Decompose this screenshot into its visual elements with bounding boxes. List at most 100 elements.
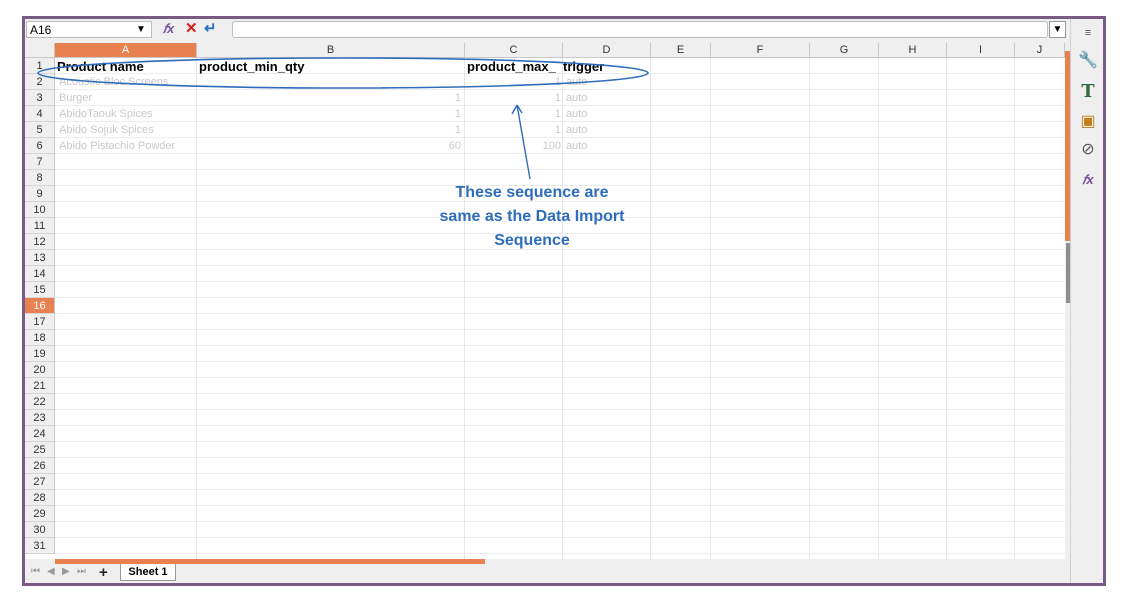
row-header-16[interactable]: 16	[25, 298, 55, 314]
cell-c2[interactable]: 1	[467, 74, 561, 90]
column-header-d[interactable]: D	[563, 43, 651, 58]
cell-c5[interactable]: 1	[467, 122, 561, 138]
row-header-1[interactable]: 1	[25, 58, 55, 74]
spreadsheet-grid[interactable]: ABCDEFGHIJ 1 2 3 4 5 6 7 8 9 10 11 12 13 14 15 16 17 18 19…	[25, 43, 1065, 559]
row-header-24[interactable]: 24	[25, 426, 55, 442]
cell-b5[interactable]: 1	[199, 122, 461, 138]
cell-b3[interactable]: 1	[199, 90, 461, 106]
cell-d4[interactable]: auto	[566, 106, 646, 122]
prev-sheet-icon[interactable]: ◀	[47, 566, 55, 577]
gallery-icon[interactable]: ▣	[1078, 112, 1098, 132]
select-all-corner[interactable]	[25, 43, 55, 58]
cell-a5[interactable]: Abido Sojuk Spices	[59, 122, 195, 138]
first-sheet-icon[interactable]: ⏮	[31, 566, 40, 577]
formula-bar: A16 ▼ 𝑓x ✕ ↵ ▼	[25, 19, 1070, 41]
row-header-28[interactable]: 28	[25, 490, 55, 506]
column-header-g[interactable]: G	[810, 43, 879, 58]
annotation-callout: These sequence are same as the Data Impo…	[417, 181, 647, 253]
formula-input[interactable]	[232, 21, 1048, 38]
properties-icon[interactable]: 🔧	[1078, 51, 1098, 71]
last-sheet-icon[interactable]: ⏭	[77, 566, 86, 577]
row-gridline	[55, 345, 1065, 346]
cell-d1[interactable]: trigger	[563, 59, 643, 75]
row-header-17[interactable]: 17	[25, 314, 55, 330]
add-sheet-icon[interactable]: +	[99, 564, 108, 581]
row-header-30[interactable]: 30	[25, 522, 55, 538]
row-gridline	[55, 553, 1065, 554]
cell-d3[interactable]: auto	[566, 90, 646, 106]
row-gridline	[55, 521, 1065, 522]
sheet-tab-sheet-1[interactable]: Sheet 1	[120, 564, 176, 581]
row-header-29[interactable]: 29	[25, 506, 55, 522]
row-header-13[interactable]: 13	[25, 250, 55, 266]
function-wizard-icon[interactable]: 𝑓x	[163, 20, 174, 38]
column-header-j[interactable]: J	[1015, 43, 1065, 58]
cancel-icon[interactable]: ✕	[185, 20, 198, 38]
cell-d2[interactable]: auto	[566, 74, 646, 90]
column-header-i[interactable]: I	[947, 43, 1015, 58]
column-gridline	[1014, 58, 1015, 559]
row-gridline	[55, 361, 1065, 362]
cell-a3[interactable]: Burger	[59, 90, 195, 106]
cell-d5[interactable]: auto	[566, 122, 646, 138]
row-gridline	[55, 457, 1065, 458]
row-header-9[interactable]: 9	[25, 186, 55, 202]
row-gridline	[55, 281, 1065, 282]
column-header-b[interactable]: B	[197, 43, 465, 58]
cell-c6[interactable]: 100	[467, 138, 561, 154]
expand-formula-icon[interactable]: ▼	[1049, 21, 1066, 38]
row-header-6[interactable]: 6	[25, 138, 55, 154]
column-header-e[interactable]: E	[651, 43, 711, 58]
row-gridline	[55, 537, 1065, 538]
column-gridline	[946, 58, 947, 559]
row-header-14[interactable]: 14	[25, 266, 55, 282]
row-header-11[interactable]: 11	[25, 218, 55, 234]
row-header-15[interactable]: 15	[25, 282, 55, 298]
cell-a6[interactable]: Abido Pistachio Powder	[59, 138, 195, 154]
row-header-4[interactable]: 4	[25, 106, 55, 122]
sidebar-deck: ≡ 🔧 T ▣ ⊘ 𝑓x	[1070, 19, 1103, 583]
row-header-25[interactable]: 25	[25, 442, 55, 458]
row-header-23[interactable]: 23	[25, 410, 55, 426]
row-gridline	[55, 505, 1065, 506]
row-header-26[interactable]: 26	[25, 458, 55, 474]
row-header-8[interactable]: 8	[25, 170, 55, 186]
functions-icon[interactable]: 𝑓x	[1078, 170, 1098, 190]
row-header-7[interactable]: 7	[25, 154, 55, 170]
cell-a1[interactable]: Product name	[57, 59, 197, 75]
row-gridline	[55, 489, 1065, 490]
navigator-icon[interactable]: ⊘	[1078, 140, 1098, 160]
sheet-tab-bar: ⏮ ◀ ▶ ⏭ + Sheet 1	[25, 564, 1065, 583]
row-header-21[interactable]: 21	[25, 378, 55, 394]
next-sheet-icon[interactable]: ▶	[62, 566, 70, 577]
column-header-c[interactable]: C	[465, 43, 563, 58]
row-header-12[interactable]: 12	[25, 234, 55, 250]
row-header-2[interactable]: 2	[25, 74, 55, 90]
cell-b4[interactable]: 1	[199, 106, 461, 122]
row-header-5[interactable]: 5	[25, 122, 55, 138]
row-header-18[interactable]: 18	[25, 330, 55, 346]
name-box-dropdown-icon[interactable]: ▼	[133, 22, 149, 37]
column-header-a[interactable]: A	[55, 43, 197, 58]
row-gridline	[55, 441, 1065, 442]
row-header-27[interactable]: 27	[25, 474, 55, 490]
cell-c4[interactable]: 1	[467, 106, 561, 122]
row-header-31[interactable]: 31	[25, 538, 55, 554]
cell-b1[interactable]: product_min_qty	[199, 59, 463, 75]
row-header-10[interactable]: 10	[25, 202, 55, 218]
cell-a2[interactable]: Acoustic Bloc Screens	[59, 74, 195, 90]
cell-c1[interactable]: product_max_	[467, 59, 562, 75]
cell-b6[interactable]: 60	[199, 138, 461, 154]
column-header-h[interactable]: H	[879, 43, 947, 58]
cell-d6[interactable]: auto	[566, 138, 646, 154]
cell-a4[interactable]: AbidoTaouk Spices	[59, 106, 195, 122]
styles-icon[interactable]: T	[1078, 82, 1098, 102]
row-header-20[interactable]: 20	[25, 362, 55, 378]
row-header-22[interactable]: 22	[25, 394, 55, 410]
row-header-3[interactable]: 3	[25, 90, 55, 106]
sidebar-menu-icon[interactable]: ≡	[1078, 23, 1098, 43]
row-header-19[interactable]: 19	[25, 346, 55, 362]
cell-c3[interactable]: 1	[467, 90, 561, 106]
column-header-f[interactable]: F	[711, 43, 810, 58]
accept-icon[interactable]: ↵	[204, 20, 217, 38]
